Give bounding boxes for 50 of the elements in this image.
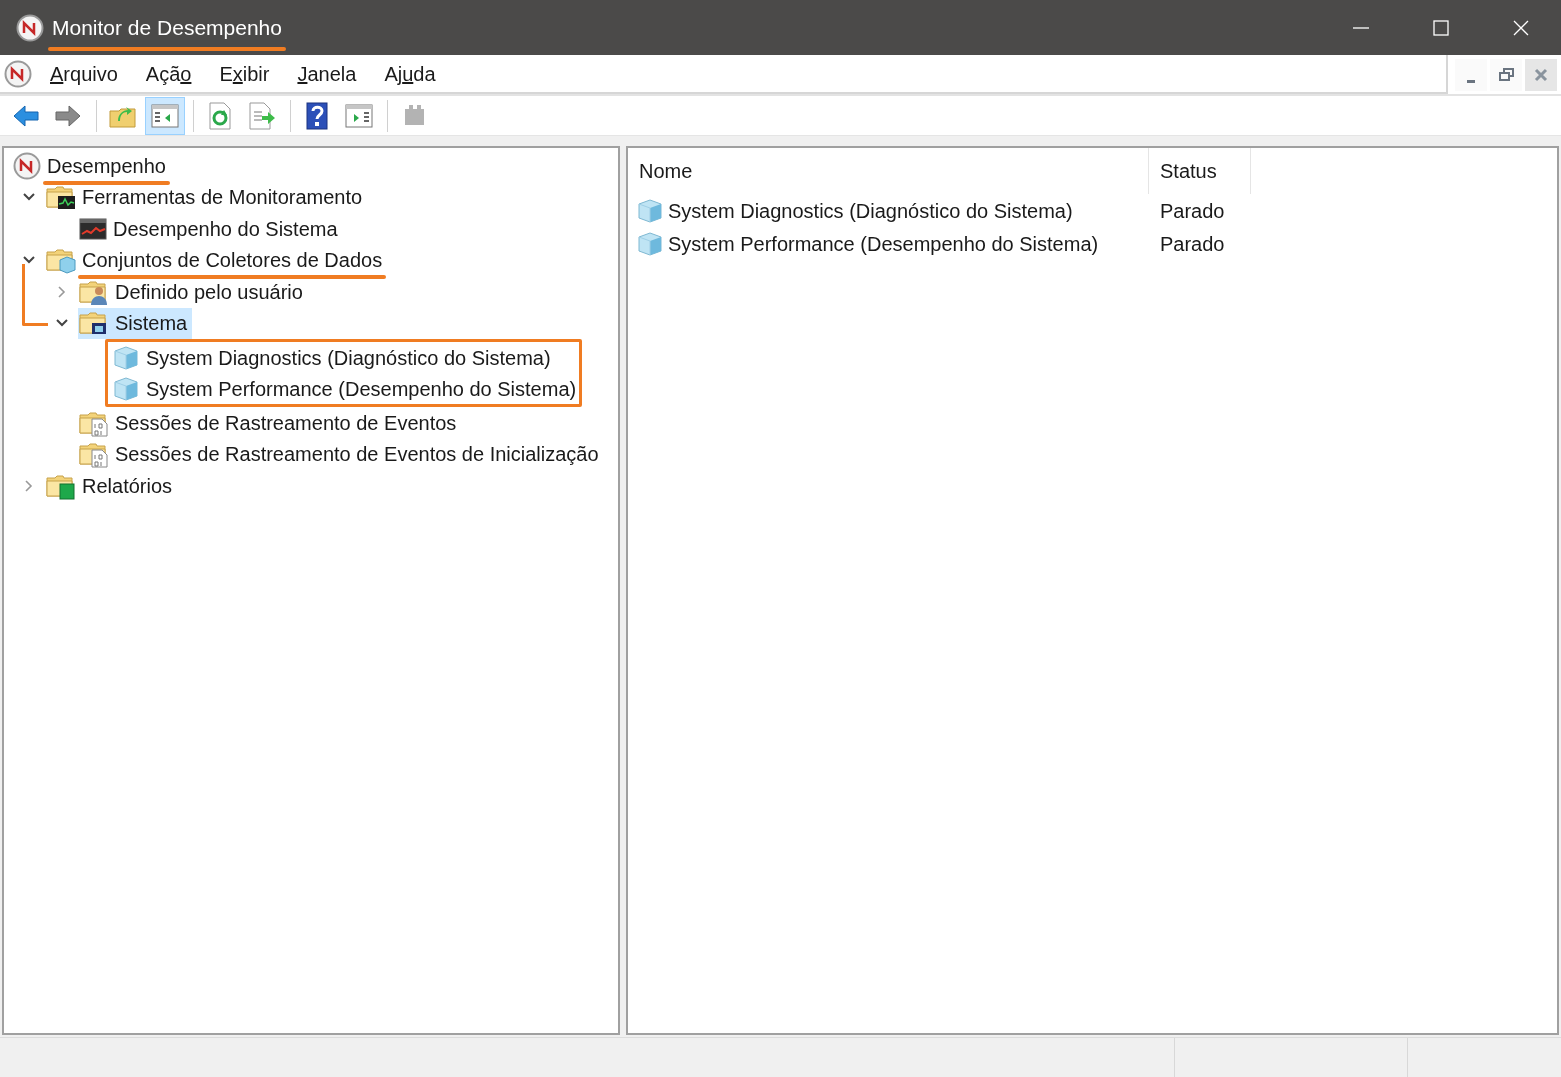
cube-icon xyxy=(112,344,140,371)
tree-item[interactable]: Sessões de Rastreamento de Eventos xyxy=(78,407,462,439)
close-icon xyxy=(1533,67,1549,83)
gauge-icon xyxy=(4,59,32,88)
maximize-icon xyxy=(1431,18,1451,37)
chevron-down-icon xyxy=(21,255,36,266)
tree-item[interactable]: Desempenho do Sistema xyxy=(78,213,343,245)
restore-icon xyxy=(1498,67,1514,83)
column-header[interactable]: Status xyxy=(1149,148,1251,194)
mdi-minimize-button[interactable] xyxy=(1455,59,1487,91)
tree-item[interactable]: Definido pelo usuário xyxy=(78,276,308,308)
show-tree-button[interactable] xyxy=(145,96,185,135)
cube-icon xyxy=(636,197,664,224)
chevron-right-icon xyxy=(23,478,34,493)
folder-icon xyxy=(46,246,76,275)
close-icon xyxy=(1511,18,1531,37)
menu-item[interactable]: Arquivo xyxy=(36,58,132,89)
tree-item[interactable]: Ferramentas de Monitoramento xyxy=(45,181,368,213)
cube-icon xyxy=(636,231,664,258)
minimize-icon xyxy=(1467,80,1475,83)
status-cell-text: Parado xyxy=(1159,232,1225,258)
tree-item[interactable]: Relatórios xyxy=(45,470,178,502)
chevron-down-icon xyxy=(54,318,69,329)
tree-item[interactable]: System Diagnostics (Diagnóstico do Sistema) xyxy=(111,342,556,373)
chevron-down-icon xyxy=(21,192,36,203)
chart-window-icon xyxy=(79,216,107,241)
tree-item[interactable]: Desempenho xyxy=(12,150,171,182)
folder-icon xyxy=(79,440,109,469)
menu-item[interactable]: Ajuda xyxy=(370,58,450,89)
tree-item[interactable]: System Performance (Desempenho do Sistema) xyxy=(111,373,582,404)
gauge-icon xyxy=(13,151,41,180)
menu-item[interactable]: Exibir xyxy=(205,58,284,89)
tree-item[interactable]: Sistema xyxy=(78,307,193,339)
window-title: Monitor de Desempenho xyxy=(52,11,282,44)
menu-item[interactable]: Janela xyxy=(283,58,371,89)
mdi-restore-button[interactable] xyxy=(1490,59,1522,91)
export-icon xyxy=(247,100,277,131)
column-header[interactable]: Nome xyxy=(628,148,1149,194)
list-item[interactable]: System Diagnostics (Diagnóstico do Sistema) xyxy=(668,195,1073,226)
tree-item[interactable]: Sessões de Rastreamento de Eventos de Inicialização xyxy=(78,438,604,470)
mdi-close-button[interactable] xyxy=(1525,59,1557,91)
cube-icon xyxy=(112,375,140,402)
tree-item[interactable]: Conjuntos de Coletores de Dados xyxy=(45,244,388,276)
gauge-icon xyxy=(16,13,44,42)
list-item[interactable]: System Performance (Desempenho do Sistema) xyxy=(668,229,1099,260)
folder-icon xyxy=(46,183,76,212)
chevron-right-icon xyxy=(56,284,67,299)
status-cell-text: Parado xyxy=(1159,198,1225,224)
minimize-icon xyxy=(1353,26,1369,29)
menu-item[interactable]: Ação xyxy=(131,58,206,89)
